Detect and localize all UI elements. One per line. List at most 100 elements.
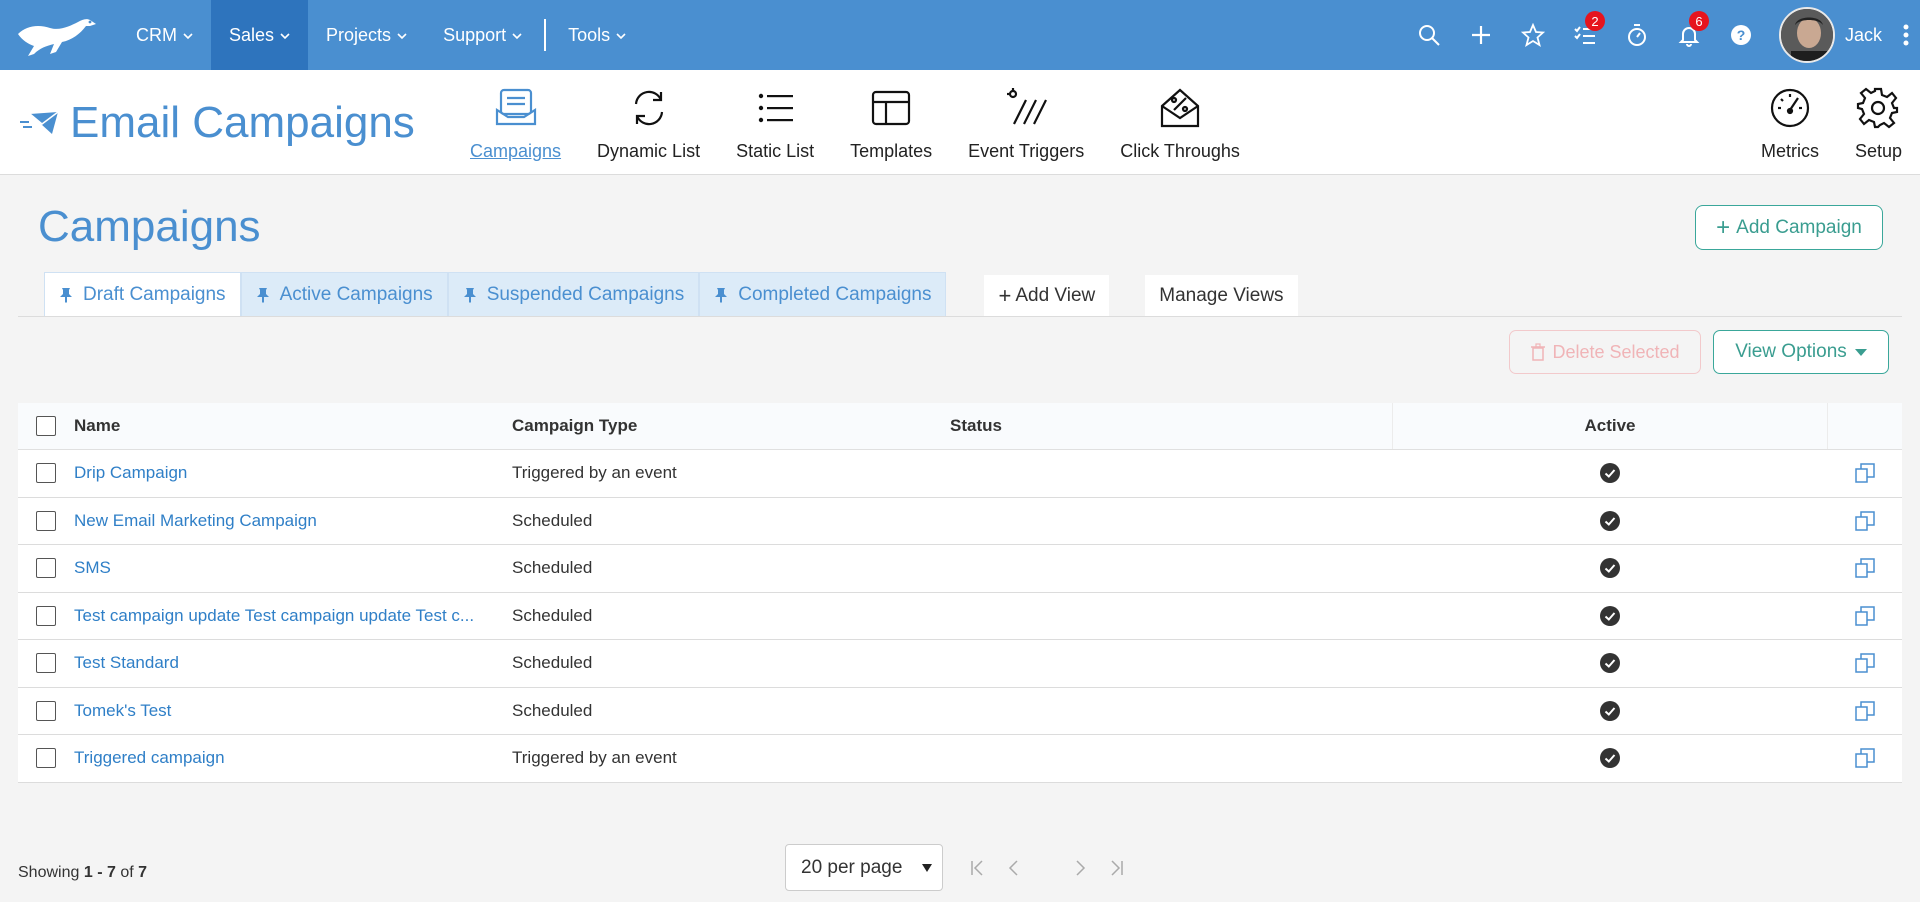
help-icon[interactable]: ?: [1715, 0, 1767, 70]
delete-selected-button[interactable]: Delete Selected: [1509, 330, 1701, 374]
add-campaign-button[interactable]: + Add Campaign: [1695, 205, 1883, 250]
stopwatch-icon[interactable]: [1611, 0, 1663, 70]
nav-item-label: Projects: [326, 24, 392, 45]
row-checkbox[interactable]: [36, 605, 56, 626]
select-all-checkbox[interactable]: [36, 416, 56, 436]
tasks-badge: 2: [1584, 11, 1605, 31]
view-options-label: View Options: [1735, 341, 1847, 362]
module-title: Email Campaigns: [20, 98, 415, 148]
tab-dynamic-list[interactable]: Dynamic List: [579, 70, 718, 175]
tab-metrics[interactable]: Metrics: [1743, 70, 1837, 175]
avatar[interactable]: [1778, 7, 1835, 63]
gear-icon: [1856, 86, 1900, 141]
campaign-type: Triggered by an event: [512, 748, 677, 768]
column-header-status[interactable]: Status: [950, 416, 1392, 436]
campaign-type: Scheduled: [512, 653, 593, 673]
view-tab-suspended-campaigns[interactable]: Suspended Campaigns: [447, 272, 700, 317]
campaign-type: Scheduled: [512, 558, 593, 578]
copy-icon[interactable]: [1854, 462, 1876, 484]
star-icon[interactable]: [1507, 0, 1559, 70]
tab-click-throughs[interactable]: Click Throughs: [1102, 70, 1258, 175]
row-checkbox[interactable]: [36, 463, 56, 484]
dropdown-arrow-icon: [922, 864, 932, 872]
copy-icon[interactable]: [1854, 510, 1876, 532]
column-header-active[interactable]: Active: [1392, 403, 1828, 449]
view-tab-label: Draft Campaigns: [83, 284, 226, 305]
bell-icon[interactable]: 6: [1663, 0, 1715, 70]
campaign-name-link[interactable]: SMS: [74, 558, 111, 577]
campaign-name-link[interactable]: Tomek's Test: [74, 701, 171, 720]
nav-item-projects[interactable]: Projects: [308, 0, 425, 70]
view-tab-completed-campaigns[interactable]: Completed Campaigns: [699, 272, 947, 317]
column-header-name[interactable]: Name: [74, 416, 512, 436]
manage-views-button[interactable]: Manage Views: [1145, 275, 1298, 317]
tab-event-triggers[interactable]: Event Triggers: [950, 70, 1102, 175]
chevron-down-icon: [280, 33, 290, 40]
list-icon: [753, 86, 797, 141]
row-checkbox[interactable]: [36, 653, 56, 674]
delete-selected-label: Delete Selected: [1552, 341, 1680, 362]
trash-icon: [1531, 343, 1546, 361]
table-row: New Email Marketing Campaign Scheduled: [18, 498, 1902, 545]
nav-item-tools[interactable]: Tools: [550, 0, 644, 70]
row-checkbox[interactable]: [36, 510, 56, 531]
more-menu-icon[interactable]: [1892, 0, 1920, 70]
view-tab-active-campaigns[interactable]: Active Campaigns: [240, 272, 448, 317]
cheetah-logo-icon[interactable]: [16, 12, 100, 58]
nav-item-sales[interactable]: Sales: [211, 0, 309, 70]
nav-item-support[interactable]: Support: [425, 0, 540, 70]
column-header-campaign-type[interactable]: Campaign Type: [512, 416, 950, 436]
copy-icon[interactable]: [1854, 747, 1876, 769]
campaigns-icon: [494, 86, 538, 141]
copy-icon[interactable]: [1854, 605, 1876, 627]
plus-icon[interactable]: [1455, 0, 1507, 70]
tab-setup[interactable]: Setup: [1837, 70, 1920, 175]
table-row: Drip Campaign Triggered by an event: [18, 450, 1902, 498]
tab-label: Click Throughs: [1120, 141, 1240, 161]
event-trigger-icon: [1004, 86, 1048, 141]
search-icon[interactable]: [1403, 0, 1455, 70]
add-campaign-label: Add Campaign: [1736, 216, 1862, 238]
copy-icon[interactable]: [1854, 557, 1876, 579]
views-divider: [18, 316, 1902, 317]
campaign-type: Scheduled: [512, 700, 593, 720]
row-checkbox[interactable]: [36, 748, 56, 769]
tab-label: Metrics: [1760, 141, 1819, 161]
campaign-name-link[interactable]: Triggered campaign: [74, 748, 225, 767]
tasks-icon[interactable]: 2: [1559, 0, 1611, 70]
campaign-name-link[interactable]: Drip Campaign: [74, 463, 187, 482]
tab-campaigns[interactable]: Campaigns: [452, 70, 579, 175]
table-row: Test campaign update Test campaign updat…: [18, 593, 1902, 640]
tab-templates[interactable]: Templates: [832, 70, 950, 175]
next-page-icon[interactable]: [1062, 852, 1098, 884]
copy-icon[interactable]: [1854, 652, 1876, 674]
add-view-button[interactable]: + Add View: [984, 275, 1110, 317]
pin-icon: [256, 288, 269, 303]
campaign-name-link[interactable]: Test campaign update Test campaign updat…: [74, 606, 474, 625]
campaign-name-link[interactable]: Test Standard: [74, 653, 179, 672]
campaign-type: Triggered by an event: [512, 463, 677, 483]
nav-item-crm[interactable]: CRM: [118, 0, 211, 70]
email-campaign-icon: [20, 111, 59, 134]
campaign-name-link[interactable]: New Email Marketing Campaign: [74, 511, 317, 530]
last-page-icon[interactable]: [1098, 852, 1134, 884]
tab-static-list[interactable]: Static List: [718, 70, 832, 175]
view-options-button[interactable]: View Options: [1713, 330, 1889, 374]
previous-page-icon[interactable]: [996, 852, 1032, 884]
row-checkbox[interactable]: [36, 700, 56, 721]
user-name[interactable]: Jack: [1845, 25, 1882, 46]
campaigns-table: Name Campaign Type Status Active Drip Ca…: [18, 403, 1902, 783]
per-page-select[interactable]: 20 per page: [785, 844, 943, 891]
pin-icon: [715, 288, 728, 303]
view-tab-label: Active Campaigns: [279, 284, 433, 305]
tab-label: Setup: [1854, 141, 1902, 161]
pagination: [960, 852, 1134, 884]
showing-count: Showing 1 - 7 of 7: [18, 864, 148, 881]
copy-icon[interactable]: [1854, 700, 1876, 722]
first-page-icon[interactable]: [960, 852, 996, 884]
module-bar: Email Campaigns Campaigns Dynamic List Sta…: [0, 70, 1920, 175]
row-checkbox[interactable]: [36, 558, 56, 579]
view-tab-label: Completed Campaigns: [738, 284, 932, 305]
view-tab-draft-campaigns[interactable]: Draft Campaigns: [44, 272, 241, 317]
table-row: Test Standard Scheduled: [18, 640, 1902, 688]
